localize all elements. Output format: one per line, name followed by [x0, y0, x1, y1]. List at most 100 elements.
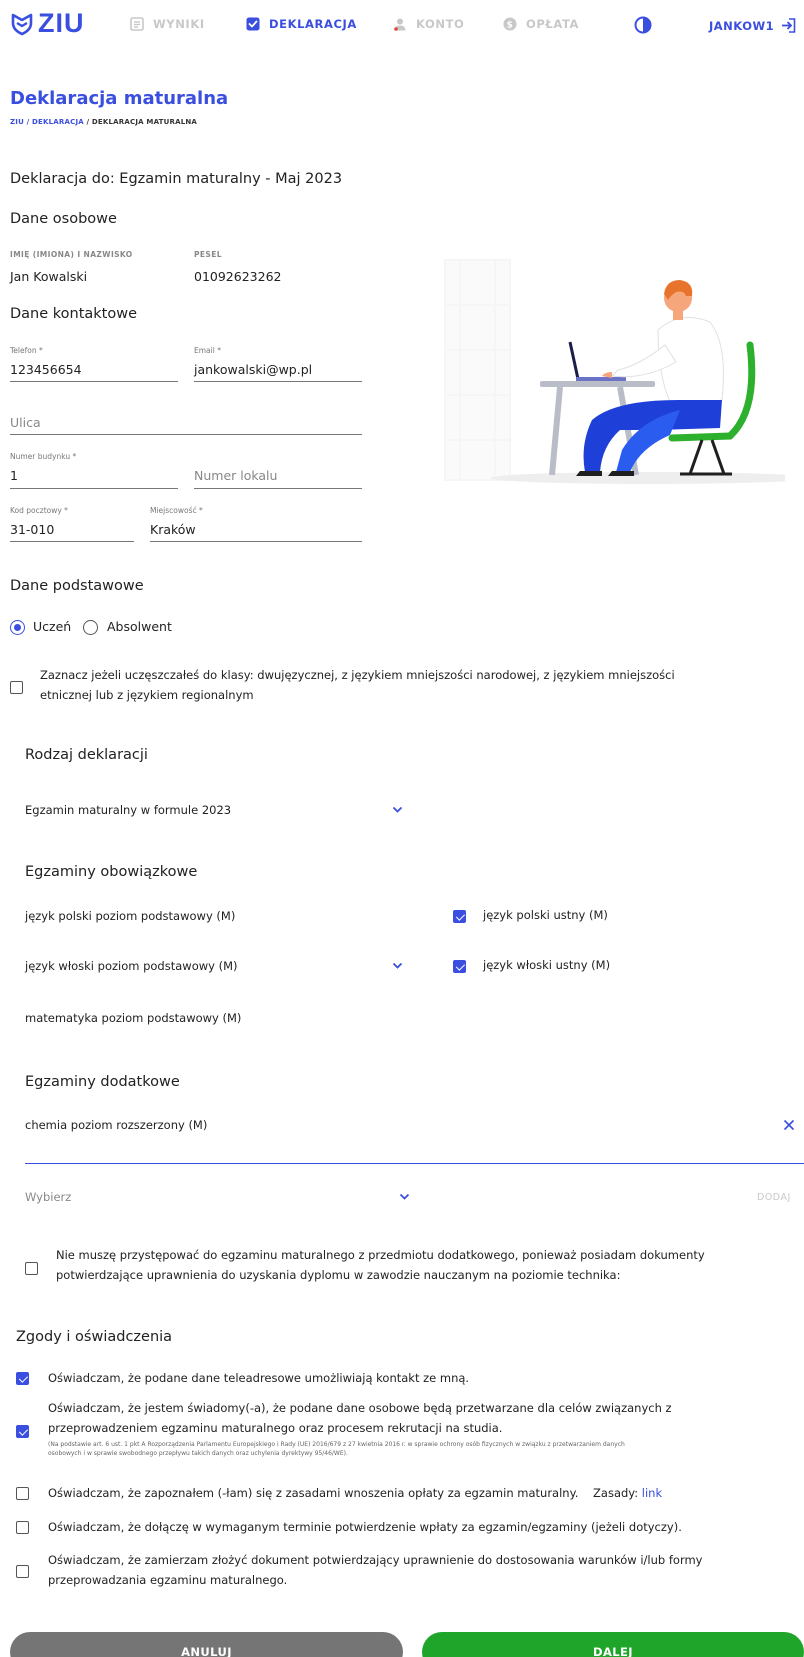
phone-value: 123456654 — [10, 362, 82, 377]
consent-personal-data-checkbox[interactable] — [16, 1425, 29, 1438]
add-exam-button[interactable]: DODAJ — [757, 1192, 791, 1203]
consent-fee-rules-label: Zasady: — [593, 1486, 639, 1500]
mandatory-exam-math: matematyka poziom podstawowy (M) — [25, 1011, 242, 1025]
nav-item-konto[interactable]: KONTO — [393, 17, 464, 31]
breadcrumb-link-deklaracja[interactable]: DEKLARACJA — [32, 118, 84, 126]
consent-fee-rules-text: Oświadczam, że zapoznałem (-łam) się z z… — [48, 1486, 579, 1500]
account-icon — [393, 17, 407, 31]
ziu-logo[interactable]: ZIU — [10, 8, 85, 39]
email-underline — [194, 381, 362, 382]
next-button[interactable]: DALEJ — [422, 1632, 804, 1657]
payment-icon: $ — [503, 17, 517, 31]
technician-exempt-checkbox[interactable] — [25, 1262, 38, 1275]
consent-personal-data-note-2: osobowych i w sprawie swobodnego przepły… — [48, 1450, 348, 1457]
mandatory-exam-polish: język polski poziom podstawowy (M) — [25, 909, 236, 923]
consent-personal-data-note-1: (Na podstawie art. 6 ust. 1 pkt A Rozpor… — [48, 1441, 625, 1448]
basic-data-heading: Dane podstawowe — [10, 578, 144, 594]
apartment-number-underline — [194, 488, 362, 489]
nav-item-deklaracja[interactable]: DEKLARACJA — [246, 17, 357, 31]
page-title: Deklaracja maturalna — [10, 88, 229, 109]
city-value: Kraków — [150, 522, 196, 537]
contact-data-heading: Dane kontaktowe — [10, 306, 138, 322]
bilingual-class-text-1: Zaznacz jeżeli uczęszczałeś do klasy: dw… — [40, 668, 675, 682]
city-label: Miejscowość * — [150, 506, 203, 515]
declaration-check-icon — [246, 17, 260, 31]
building-number-underline — [10, 488, 178, 489]
consent-payment-proof-checkbox[interactable] — [16, 1521, 29, 1534]
consent-accommodation-checkbox[interactable] — [16, 1565, 29, 1578]
email-value: jankowalski@wp.pl — [194, 362, 313, 377]
additional-exam-chemistry: chemia poziom rozszerzony (M) — [25, 1118, 208, 1132]
breadcrumb-link-ziu[interactable]: ZIU — [10, 118, 24, 126]
name-value: Jan Kowalski — [10, 269, 88, 284]
nav-item-wyniki[interactable]: WYNIKI — [130, 17, 205, 31]
nav-label-konto: KONTO — [416, 17, 465, 31]
bilingual-class-checkbox[interactable] — [10, 681, 23, 694]
technician-exempt-text-1: Nie muszę przystępować do egzaminu matur… — [56, 1248, 705, 1262]
username-label: JANKOW1 — [709, 18, 775, 33]
pesel-label: PESEL — [194, 250, 222, 259]
phone-underline — [10, 381, 178, 382]
oral-polish-checkbox[interactable] — [453, 910, 466, 923]
city-underline — [150, 541, 362, 542]
consent-contact-checkbox[interactable] — [16, 1372, 29, 1385]
graduate-radio-label[interactable]: Absolwent — [107, 619, 172, 634]
additional-exams-heading: Egzaminy dodatkowe — [25, 1074, 180, 1090]
building-number-value: 1 — [10, 468, 18, 483]
declaration-type-heading: Rodzaj deklaracji — [25, 747, 148, 763]
oral-italian-checkbox[interactable] — [453, 960, 466, 973]
oral-italian-label: język włoski ustny (M) — [483, 958, 611, 972]
nav-label-oplata: OPŁATA — [526, 17, 580, 31]
declaration-for-heading: Deklaracja do: Egzamin maturalny - Maj 2… — [10, 171, 343, 187]
theme-contrast-icon[interactable] — [634, 16, 652, 38]
pesel-value: 01092623262 — [194, 269, 282, 284]
additional-exam-divider — [25, 1163, 804, 1164]
breadcrumb: ZIU / DEKLARACJA / DEKLARACJA MATURALNA — [10, 118, 197, 126]
technician-exempt-text-2: potwierdzające uprawnienia do uzyskania … — [56, 1268, 621, 1282]
consent-personal-data-text-2: przeprowadzeniem egzaminu maturalnego or… — [48, 1421, 503, 1435]
declaration-type-value: Egzamin maturalny w formule 2023 — [25, 803, 232, 817]
consent-accommodation-text-2: przeprowadzania egzaminu maturalnego. — [48, 1573, 288, 1587]
postal-code-label: Kod pocztowy * — [10, 506, 68, 515]
oral-polish-label: język polski ustny (M) — [483, 908, 608, 922]
building-number-label: Numer budynku * — [10, 452, 77, 461]
consent-accommodation-text-1: Oświadczam, że zamierzam złożyć dokument… — [48, 1553, 703, 1567]
fee-rules-link[interactable]: link — [642, 1486, 662, 1500]
logo-shield-icon — [11, 13, 33, 35]
street-placeholder: Ulica — [10, 415, 41, 430]
graduate-radio[interactable] — [83, 620, 98, 635]
breadcrumb-separator: / — [23, 118, 32, 126]
top-navbar: ZIU WYNIKI DEKLARACJA KONTO $ OPŁATA JAN… — [0, 0, 804, 50]
bilingual-class-text-2: etnicznej lub z językiem regionalnym — [40, 688, 254, 702]
logo-text: ZIU — [38, 8, 85, 38]
cancel-button[interactable]: ANULUJ — [10, 1632, 403, 1657]
chevron-down-icon — [399, 1193, 410, 1200]
mandatory-exams-heading: Egzaminy obowiązkowe — [25, 864, 198, 880]
chevron-down-icon — [392, 962, 403, 969]
breadcrumb-separator: / — [83, 118, 92, 126]
mandatory-exam-italian: język włoski poziom podstawowy (M) — [25, 959, 238, 973]
postal-code-underline — [10, 541, 134, 542]
breadcrumb-current: DEKLARACJA MATURALNA — [91, 118, 198, 126]
consent-payment-proof-text: Oświadczam, że dołączę w wymaganym termi… — [48, 1520, 682, 1534]
consent-fee-rules-checkbox[interactable] — [16, 1487, 29, 1500]
results-icon — [130, 17, 144, 31]
nav-item-oplata[interactable]: $ OPŁATA — [503, 17, 579, 31]
street-underline — [10, 434, 362, 435]
remove-exam-close-icon[interactable] — [783, 1119, 795, 1131]
consent-contact-text: Oświadczam, że podane dane teleadresowe … — [48, 1371, 470, 1385]
chevron-down-icon — [392, 806, 403, 813]
personal-data-heading: Dane osobowe — [10, 211, 117, 227]
phone-label: Telefon * — [10, 346, 43, 355]
person-at-laptop-illustration — [440, 250, 804, 490]
student-radio-label[interactable]: Uczeń — [33, 619, 71, 634]
student-radio[interactable] — [10, 620, 25, 635]
nav-label-deklaracja: DEKLARACJA — [269, 17, 357, 31]
name-label: IMIĘ (IMIONA) I NAZWISKO — [10, 250, 133, 259]
apartment-number-placeholder: Numer lokalu — [194, 468, 278, 483]
email-label: Email * — [194, 346, 221, 355]
postal-code-value: 31-010 — [10, 522, 55, 537]
consents-heading: Zgody i oświadczenia — [16, 1329, 173, 1345]
logout-icon — [780, 18, 796, 33]
user-logout[interactable]: JANKOW1 — [709, 18, 796, 33]
